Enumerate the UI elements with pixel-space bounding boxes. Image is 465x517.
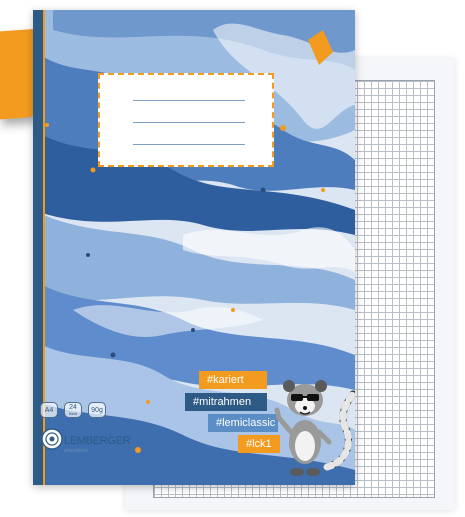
notebook-cover: #kariert #mitrahmen #lemiclassic #lck1 A… xyxy=(33,10,355,485)
weight-badge: 90g xyxy=(88,402,106,418)
label-line xyxy=(133,100,245,101)
lion-icon xyxy=(41,428,63,450)
format-badge: A4 xyxy=(40,402,58,418)
lemur-mascot xyxy=(274,380,355,476)
brand-logo: LEMBERGER educations xyxy=(41,428,145,456)
sheets-value: 24 xyxy=(69,404,77,411)
label-line xyxy=(133,122,245,123)
brand-tagline: educations xyxy=(64,448,89,454)
brand-name: LEMBERGER xyxy=(64,435,131,447)
sheets-badge: 24 Blatt xyxy=(64,402,82,418)
sheets-unit: Blatt xyxy=(68,411,77,416)
tag-kariert: #kariert xyxy=(199,371,267,389)
name-label-box xyxy=(98,73,274,167)
tag-mitrahmen: #mitrahmen xyxy=(185,393,267,411)
product-image: #kariert #mitrahmen #lemiclassic #lck1 A… xyxy=(0,0,465,517)
label-line xyxy=(133,144,245,145)
